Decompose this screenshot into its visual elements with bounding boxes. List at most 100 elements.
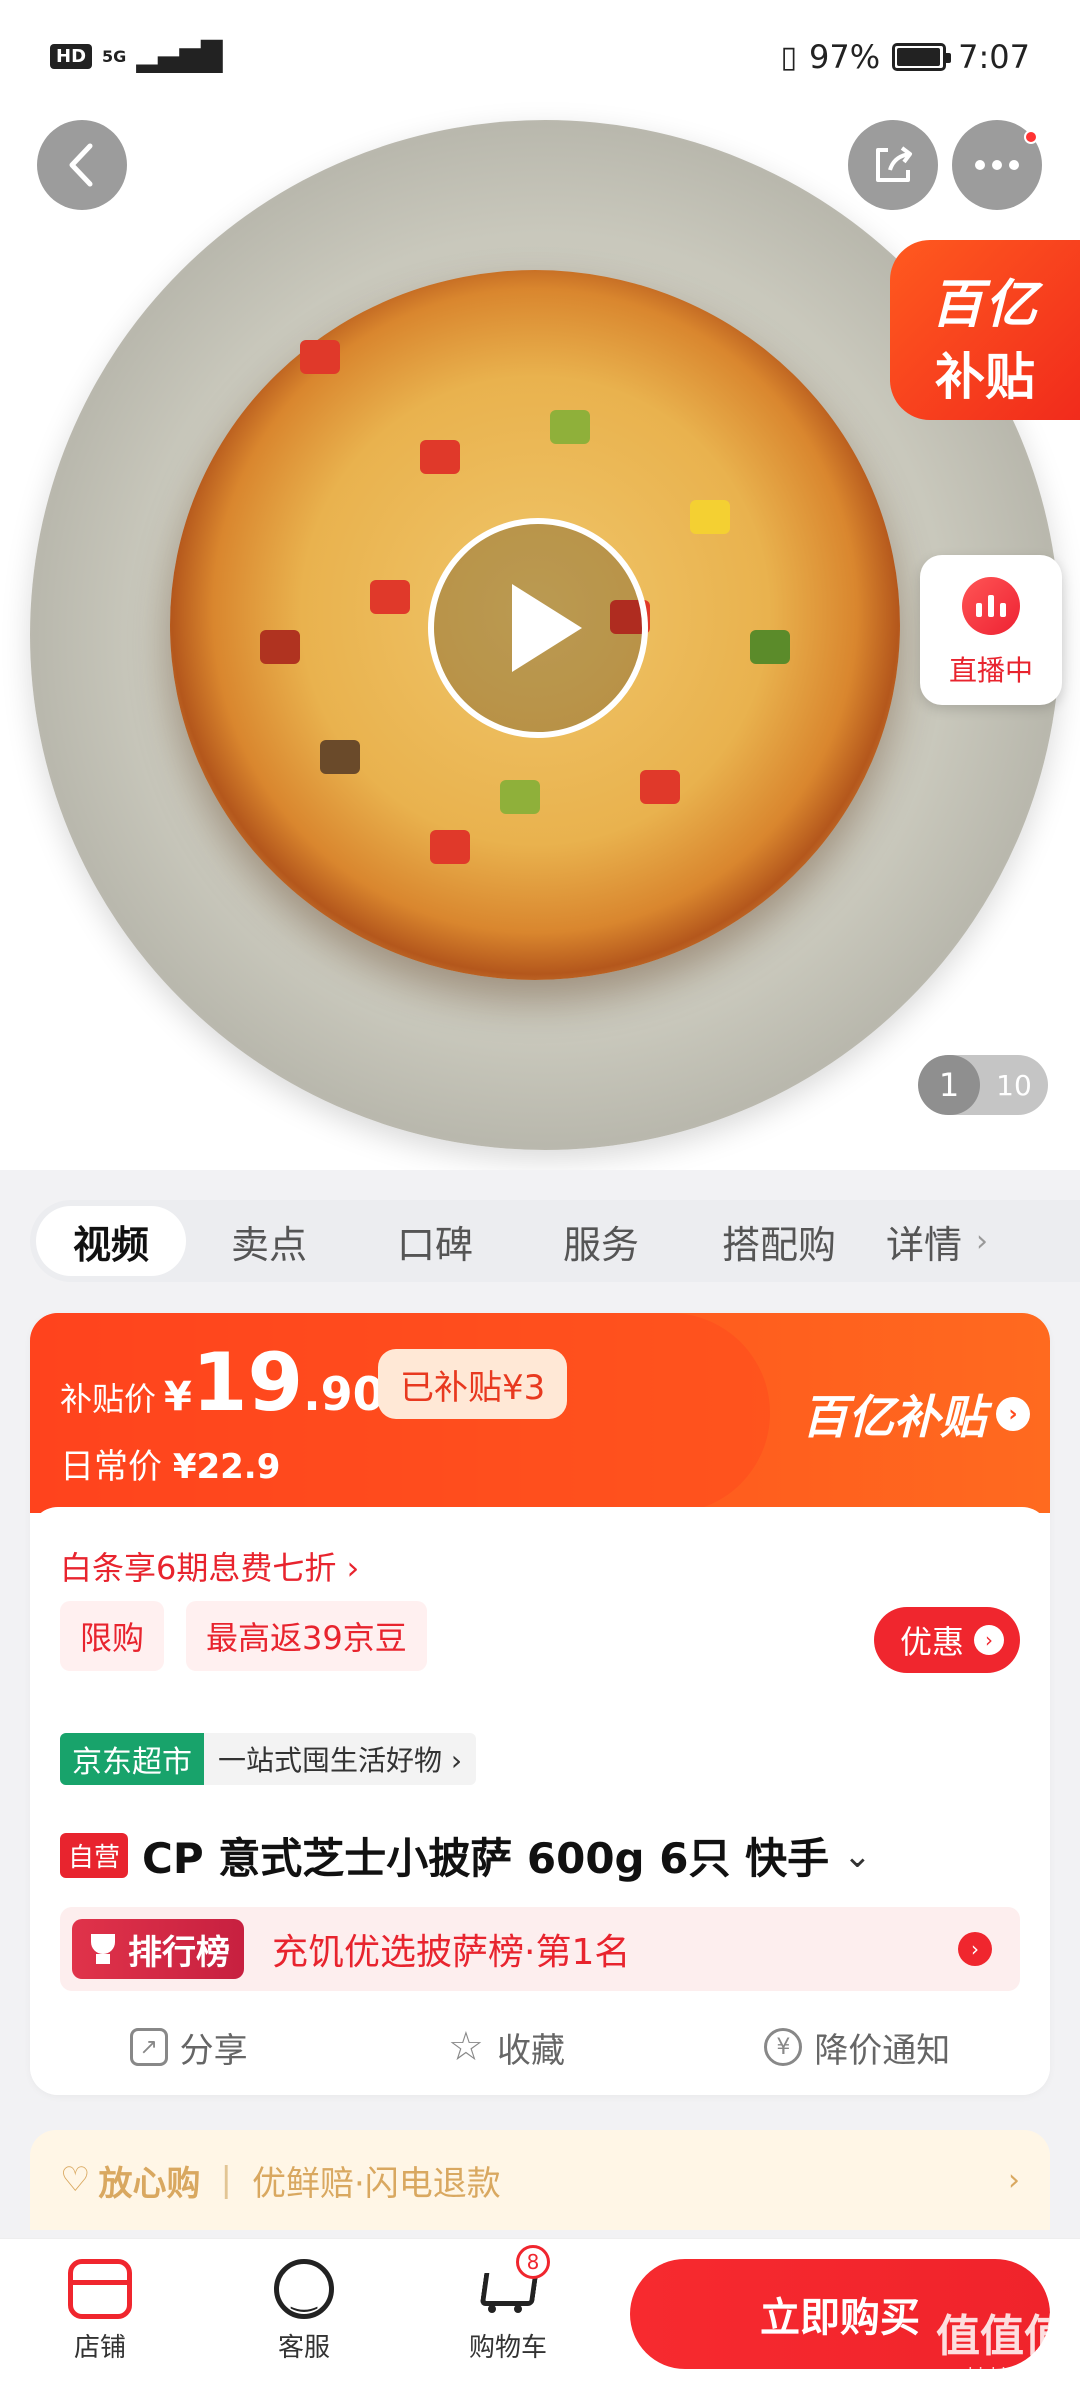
topping (320, 740, 360, 774)
price-header: 补贴价 ¥ 19 .90 已补贴¥3 日常价 ¥22.9 百亿补贴 › (30, 1313, 1050, 1513)
share-action[interactable]: ↗ 分享 (129, 2023, 248, 2072)
guarantee-title-label: 放心购 (98, 2163, 201, 2204)
tab-service[interactable]: 服务 (518, 1206, 684, 1276)
subsidy-badge-line1: 百亿 (930, 275, 1039, 335)
star-icon: ☆ (448, 2024, 484, 2070)
topping (430, 830, 470, 864)
subsidized-amount: 已补贴¥3 (378, 1349, 568, 1419)
topping (690, 500, 730, 534)
product-page: HD 5G ▂▄▆█ ▯ 97% 7:07 百亿 补贴 直播中 1 10 视频 … (0, 0, 1080, 2388)
subsidy-price: 补贴价 ¥ 19 .90 (60, 1343, 385, 1423)
chevron-down-icon[interactable]: ⌄ (843, 1836, 872, 1876)
watermark-url: zhizhizhi.com (959, 2364, 1068, 2383)
coupon-label: 优惠 (899, 1623, 964, 1661)
store-button[interactable]: 店铺 (40, 2259, 160, 2364)
self-operated-badge: 自营 (60, 1833, 129, 1878)
price-alert-action[interactable]: ¥ 降价通知 (764, 2023, 950, 2072)
tab-reviews[interactable]: 口碑 (352, 1206, 518, 1276)
normal-price-value: ¥22.9 (172, 1447, 281, 1487)
subsidy-price-label: 补贴价 (60, 1380, 157, 1418)
shop-desc: 一站式囤生活好物 › (218, 1744, 463, 1777)
heart-icon: ♡ (60, 2160, 91, 2200)
tab-bundle[interactable]: 搭配购 (684, 1206, 874, 1276)
card-body: 白条享6期息费七折 › 限购 最高返39京豆 优惠 › 京东超市 一站式囤生活好… (30, 1507, 1050, 2095)
live-button[interactable]: 直播中 (920, 555, 1062, 705)
cart-icon: 8 (476, 2245, 550, 2319)
back-button[interactable] (37, 120, 127, 210)
customer-service-label: 客服 (277, 2333, 330, 2363)
share-label: 分享 (179, 2030, 248, 2071)
guarantee-text: 优鲜赔·闪电退款 (251, 2163, 501, 2204)
divider: | (220, 2160, 232, 2200)
share-icon (876, 146, 912, 182)
customer-service-button[interactable]: 客服 (244, 2259, 364, 2364)
store-label: 店铺 (73, 2333, 126, 2363)
share-button[interactable] (848, 120, 938, 210)
baitiao-promo-link[interactable]: 白条享6期息费七折 › (60, 1543, 359, 1589)
tab-video[interactable]: 视频 (36, 1206, 186, 1276)
ranking-bar[interactable]: 排行榜 充饥优选披萨榜·第1名 › (60, 1907, 1020, 1991)
status-bar: HD 5G ▂▄▆█ ▯ 97% 7:07 (0, 0, 1080, 120)
price-decimal: .90 (303, 1367, 385, 1421)
signal-icon: ▂▄▆█ (136, 40, 223, 73)
cart-count-badge: 8 (516, 2245, 550, 2279)
cart-label: 购物车 (468, 2333, 547, 2363)
section-tabs: 视频 卖点 口碑 服务 搭配购 详情 › (30, 1200, 1080, 1282)
image-pager: 1 10 (918, 1055, 1048, 1115)
live-label: 直播中 (948, 654, 1033, 687)
jingdou-rebate-chip: 最高返39京豆 (186, 1601, 427, 1671)
topping (640, 770, 680, 804)
topping (420, 440, 460, 474)
chevron-right-icon: › (1008, 2162, 1020, 2198)
jd-supermarket-link[interactable]: 京东超市 一站式囤生活好物 › (60, 1733, 477, 1785)
promo-chips: 限购 最高返39京豆 (60, 1601, 427, 1671)
chevron-left-icon (69, 143, 93, 187)
chevron-right-icon: › (976, 1223, 988, 1259)
topping (550, 410, 590, 444)
bottom-action-bar: 店铺 客服 8 购物车 立即购买 (0, 2238, 1080, 2388)
pager-total: 10 (996, 1068, 1032, 1102)
coupon-button[interactable]: 优惠 › (873, 1607, 1020, 1673)
price-integer: 19 (191, 1336, 304, 1429)
topping (750, 630, 790, 664)
chevron-right-icon: › (958, 1932, 992, 1966)
tab-selling-points[interactable]: 卖点 (186, 1206, 352, 1276)
ranking-badge: 排行榜 (72, 1919, 244, 1979)
topping (300, 340, 340, 374)
more-button[interactable] (952, 120, 1042, 210)
shop-tag: 京东超市 (60, 1733, 204, 1785)
pager-current: 1 (918, 1055, 980, 1115)
share-icon: ↗ (129, 2028, 168, 2066)
topping (260, 630, 300, 664)
tab-details[interactable]: 详情 (874, 1206, 974, 1276)
subsidy-brand-label: 百亿补贴 (802, 1390, 986, 1444)
product-title-row[interactable]: 自营 CP 意式芝士小披萨 600g 6只 快手 ⌄ (60, 1825, 872, 1886)
action-row: ↗ 分享 ☆ 收藏 ¥ 降价通知 (30, 2007, 1050, 2087)
battery-icon (892, 43, 952, 71)
cart-button[interactable]: 8 购物车 (448, 2245, 568, 2364)
normal-price: 日常价 ¥22.9 (60, 1439, 280, 1488)
customer-service-icon (274, 2259, 334, 2319)
watermark: 值值值 zhizhizhi.com (936, 2300, 1068, 2383)
favorite-action[interactable]: ☆ 收藏 (447, 2023, 565, 2072)
product-info-card: 补贴价 ¥ 19 .90 已补贴¥3 日常价 ¥22.9 百亿补贴 › 白条享6… (30, 1313, 1050, 2095)
hd-indicator: HD (50, 44, 93, 69)
normal-price-label: 日常价 (60, 1447, 162, 1487)
guarantee-strip[interactable]: ♡ 放心购 | 优鲜赔·闪电退款 › (30, 2130, 1050, 2230)
topping (370, 580, 410, 614)
watermark-logo: 值值值 (936, 2311, 1068, 2362)
clock: 7:07 (958, 38, 1030, 76)
product-title: CP 意式芝士小披萨 600g 6只 快手 (142, 1834, 830, 1883)
notification-dot (1024, 130, 1038, 144)
play-video-button[interactable] (428, 518, 648, 738)
currency-symbol: ¥ (164, 1374, 192, 1420)
yen-icon: ¥ (764, 2028, 803, 2066)
store-icon (68, 2259, 132, 2319)
battery-percent: 97% (809, 38, 881, 76)
ranking-badge-label: 排行榜 (128, 1932, 230, 1973)
subsidy-badge[interactable]: 百亿 补贴 (890, 240, 1080, 420)
guarantee-title: ♡ 放心购 (60, 2156, 200, 2205)
subsidy-brand-link[interactable]: 百亿补贴 › (802, 1381, 1030, 1447)
ranking-text: 充饥优选披萨榜·第1名 (272, 1932, 631, 1973)
favorite-label: 收藏 (496, 2030, 565, 2071)
